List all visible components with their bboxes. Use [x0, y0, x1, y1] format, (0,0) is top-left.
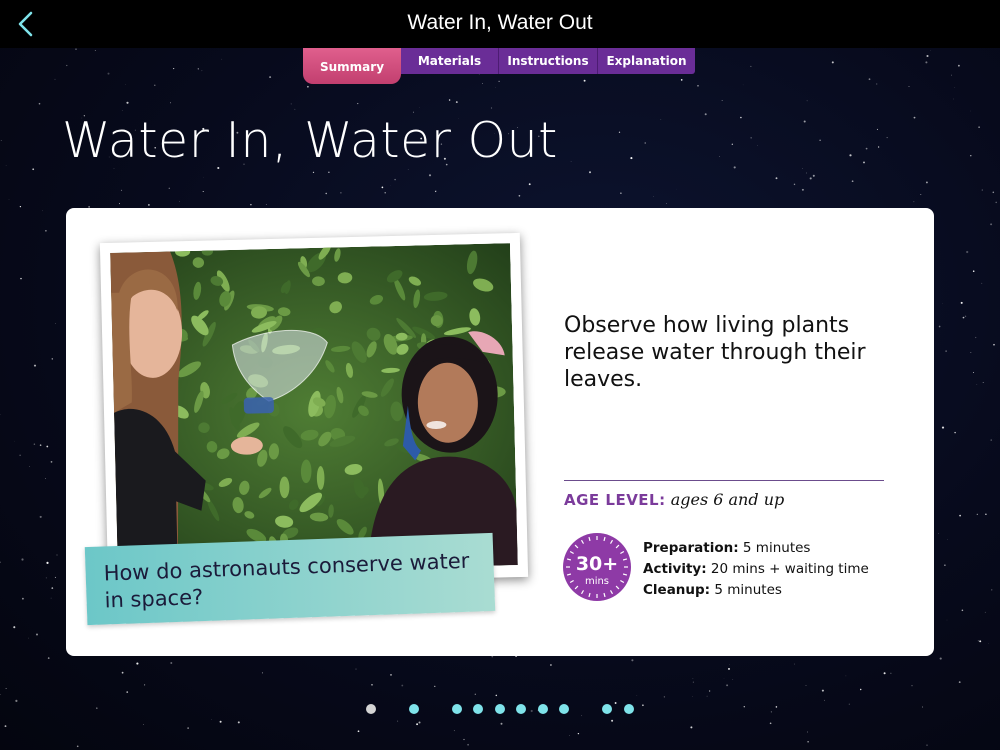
time-row-cleanup: Cleanup: 5 minutes [643, 582, 782, 598]
page-dot[interactable] [624, 704, 634, 714]
divider [564, 480, 884, 481]
page-indicator [0, 704, 1000, 716]
activity-photo [110, 243, 518, 575]
summary-card: How do astronauts conserve water in spac… [66, 208, 934, 656]
tab-explanation[interactable]: Explanation [598, 48, 695, 74]
page-dot[interactable] [516, 704, 526, 714]
page-dot[interactable] [409, 704, 419, 714]
age-level-value: ages 6 and up [670, 490, 785, 509]
page-dot[interactable] [366, 704, 376, 714]
photo-caption-banner: How do astronauts conserve water in spac… [84, 532, 496, 626]
clock-badge-icon: 30+ mins [563, 533, 631, 601]
topbar-title: Water In, Water Out [407, 11, 593, 34]
time-row-activity: Activity: 20 mins + waiting time [643, 561, 869, 577]
activity-summary: Observe how living plants release water … [564, 313, 866, 392]
time-breakdown: Preparation: 5 minutes Activity: 20 mins… [643, 538, 869, 601]
photo-caption: How do astronauts conserve water in spac… [103, 548, 470, 613]
page-dot[interactable] [538, 704, 548, 714]
time-badge-unit: mins [585, 576, 609, 587]
time-row-preparation: Preparation: 5 minutes [643, 540, 811, 556]
top-bar: Water In, Water Out [0, 0, 1000, 48]
tab-summary[interactable]: Summary [303, 48, 401, 84]
tab-materials[interactable]: Materials [401, 48, 499, 74]
page-dot[interactable] [473, 704, 483, 714]
tab-bar: Summary Materials Instructions Explanati… [303, 48, 695, 84]
tab-instructions[interactable]: Instructions [499, 48, 598, 74]
age-level: AGE LEVEL: ages 6 and up [564, 490, 784, 509]
page-dot[interactable] [452, 704, 462, 714]
age-level-label: AGE LEVEL: [564, 491, 666, 509]
page-dot[interactable] [602, 704, 612, 714]
time-badge-value: 30+ [576, 553, 618, 575]
page-title: Water In, Water Out [62, 112, 558, 169]
page-dot[interactable] [495, 704, 505, 714]
page-dot[interactable] [559, 704, 569, 714]
